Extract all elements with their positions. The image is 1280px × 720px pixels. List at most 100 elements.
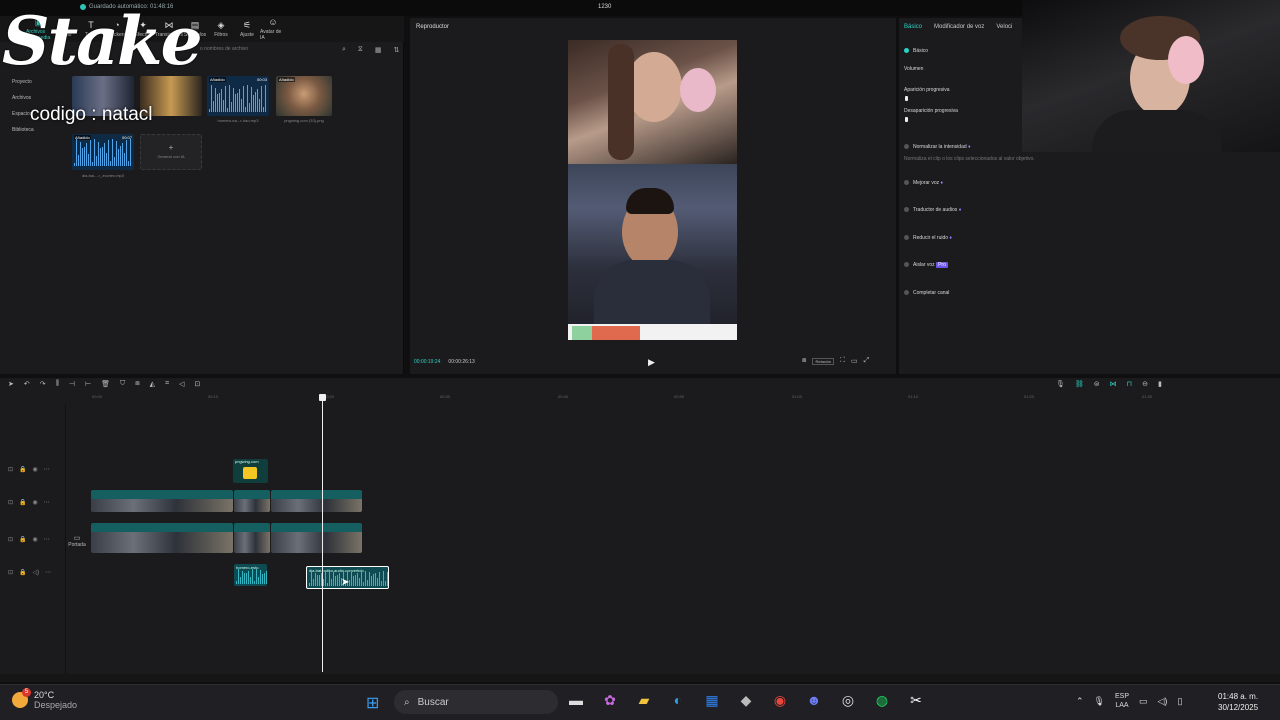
chevron-up-icon[interactable]: ⌃	[1076, 696, 1084, 707]
toolbar-ai-avatar[interactable]: ☺ Avatar de IA	[260, 16, 286, 42]
timeline-ruler[interactable]: 00:00 00:10 00:20 00:30 00:40 00:50 01:0…	[66, 392, 1280, 402]
task-view-icon[interactable]: ▬	[566, 692, 586, 709]
freeze-icon[interactable]: ⧈	[135, 380, 139, 388]
preview-axis-icon[interactable]: ⊜	[1094, 380, 1100, 388]
reverse-icon[interactable]: ◁	[179, 380, 184, 388]
zoom-slider[interactable]: ▮	[1158, 380, 1162, 388]
video-clip-2b[interactable]: Efectos vo	[234, 523, 270, 553]
translator-row[interactable]: Traductor de audios ♦	[904, 207, 961, 213]
file-explorer-icon[interactable]: ▰	[634, 692, 654, 709]
undo-icon[interactable]: ↶	[24, 380, 30, 388]
sticker-clip[interactable]: pngwing.com	[233, 459, 268, 483]
store-icon[interactable]: ▦	[702, 692, 722, 709]
play-button[interactable]: ▶	[648, 357, 655, 368]
video-clip-2a[interactable]: clip_0YKOFUI08TWOC0YE7Y0335Y9.mp4 00:00:…	[91, 523, 233, 553]
delete-icon[interactable]: 🗑	[101, 380, 110, 388]
mirror-icon[interactable]: ◭	[150, 380, 155, 388]
search-icon[interactable]: ⌕	[342, 46, 346, 54]
lock-icon[interactable]: 🔒	[19, 499, 26, 506]
taskbar-clock[interactable]: 01:48 a. m. 30/12/2025	[1218, 691, 1258, 713]
cover-button[interactable]: ▭ Portada	[66, 534, 88, 548]
video-clip-1a[interactable]: clip_0YKOFUI08TWOC0YE7Y0335Y9.mp4 00:00:…	[91, 490, 233, 512]
link-icon[interactable]: ⛓	[1075, 380, 1084, 388]
fade-out-slider[interactable]	[905, 117, 908, 122]
video-preview-top[interactable]	[568, 40, 737, 164]
audio-clip-1[interactable]: homero-estu	[234, 564, 267, 586]
media-thumb-image-2[interactable]: Añadido	[276, 76, 332, 116]
isolate-row[interactable]: Aislar voz Pro	[904, 262, 948, 268]
playhead[interactable]	[322, 394, 323, 672]
more-icon[interactable]: ⋯	[44, 536, 50, 543]
timeline-scrollbar[interactable]	[0, 674, 1280, 682]
speaker-icon[interactable]: ◁)	[33, 569, 40, 576]
obs-icon[interactable]: ◎	[838, 692, 858, 709]
view-grid-icon[interactable]: ▦	[375, 46, 382, 54]
capcut-icon[interactable]: ✂	[906, 692, 926, 709]
fullscreen-icon[interactable]: ⤢	[864, 357, 870, 365]
section-basic[interactable]: Básico	[904, 48, 928, 54]
lock-icon[interactable]: 🔒	[19, 536, 26, 543]
media-search-input[interactable]: o nombres de archivo	[200, 46, 334, 56]
eye-icon[interactable]: ◉	[33, 499, 38, 506]
media-thumb-audio-1[interactable]: Añadido 00:03	[207, 76, 269, 116]
lock-icon[interactable]: ⊡	[8, 466, 13, 473]
fit-icon[interactable]: ⊡	[194, 380, 200, 388]
toolbar-filters[interactable]: ◈ Filtros	[208, 16, 234, 42]
more-icon[interactable]: ⋯	[44, 466, 50, 473]
fade-in-slider[interactable]	[905, 96, 908, 101]
lock-icon[interactable]: 🔒	[19, 466, 26, 473]
windows-start-icon[interactable]: ⊞	[366, 693, 379, 713]
sort-icon[interactable]: ⇅	[393, 46, 399, 54]
volume-icon[interactable]: ◁)	[1158, 696, 1168, 707]
split-icon[interactable]: ⫼	[56, 380, 59, 388]
copilot-icon[interactable]: ✿	[600, 692, 620, 709]
magnet-icon[interactable]: ⊓	[1127, 380, 1132, 388]
language-indicator[interactable]: ESP LAA	[1115, 692, 1129, 710]
toolbar-adjust[interactable]: ⚟ Ajuste	[234, 16, 260, 42]
zoom-icon[interactable]: ⛶	[840, 357, 845, 365]
lock-icon[interactable]: ⊡	[8, 569, 13, 576]
redo-icon[interactable]: ↷	[40, 380, 46, 388]
zoom-out-icon[interactable]: ⊖	[1142, 380, 1148, 388]
video-preview-bottom[interactable]	[568, 164, 737, 340]
ratio-button[interactable]: Relación	[812, 357, 835, 365]
snap-icon[interactable]: ⋈	[1110, 380, 1117, 388]
lock-icon[interactable]: 🔒	[19, 569, 26, 576]
taskbar-search[interactable]: ⌕ Buscar	[394, 690, 558, 714]
eye-icon[interactable]: ◉	[33, 536, 38, 543]
weather-widget[interactable]: 5 20°C Despejado	[12, 688, 77, 710]
battery-icon[interactable]: ▯	[1177, 696, 1182, 707]
shield-icon[interactable]: ⛉	[120, 380, 125, 388]
split-right-icon[interactable]: ⊢	[85, 380, 91, 388]
normalize-row[interactable]: Normalizar la intensidad ♦	[904, 144, 971, 150]
split-left-icon[interactable]: ⊣	[69, 380, 75, 388]
select-icon[interactable]: ➤	[8, 380, 14, 388]
generate-ai-card[interactable]: + Generar con IA	[140, 134, 202, 170]
crop-icon[interactable]: ⧈	[802, 357, 806, 365]
video-clip-1c[interactable]: clip_0YKOFUI08TWOC0YE7Y0D335Y9	[271, 490, 362, 512]
video-clip-1b[interactable]: clip_0YKOFUI0	[234, 490, 270, 512]
filter-icon[interactable]: ⧖	[358, 46, 363, 54]
crop-icon[interactable]: ⌗	[165, 380, 169, 388]
spotify-icon[interactable]: ◍	[872, 692, 892, 709]
tab-basic[interactable]: Básico	[904, 24, 922, 30]
tab-voice-modifier[interactable]: Modificador de voz	[934, 24, 984, 30]
quality-icon[interactable]: ▭	[851, 357, 858, 365]
complete-channel-row[interactable]: Completar canal	[904, 290, 949, 296]
more-icon[interactable]: ⋯	[44, 499, 50, 506]
chrome-icon[interactable]: ◉	[770, 692, 790, 709]
lock-icon[interactable]: ⊡	[8, 536, 13, 543]
more-icon[interactable]: ⋯	[45, 569, 51, 576]
eye-icon[interactable]: ◉	[33, 466, 38, 473]
video-clip-2c[interactable]: clip_0YKOFUI08TWOC0YE7Y0D335Y9	[271, 523, 362, 553]
edge-icon[interactable]: ◐	[668, 692, 688, 709]
monitor-icon[interactable]: ▭	[1139, 696, 1148, 707]
enhance-voice-row[interactable]: Mejorar voz ♦	[904, 180, 943, 186]
tab-speed[interactable]: Veloci	[996, 24, 1012, 30]
noise-row[interactable]: Reducir el ruido ♦	[904, 235, 952, 241]
lock-icon[interactable]: ⊡	[8, 499, 13, 506]
mic-icon[interactable]: 🎙	[1094, 696, 1105, 707]
mic-icon[interactable]: 🎙	[1056, 380, 1065, 388]
app-icon[interactable]: ◆	[736, 692, 756, 709]
media-thumb-audio-2[interactable]: Añadido 00:07	[72, 134, 134, 170]
